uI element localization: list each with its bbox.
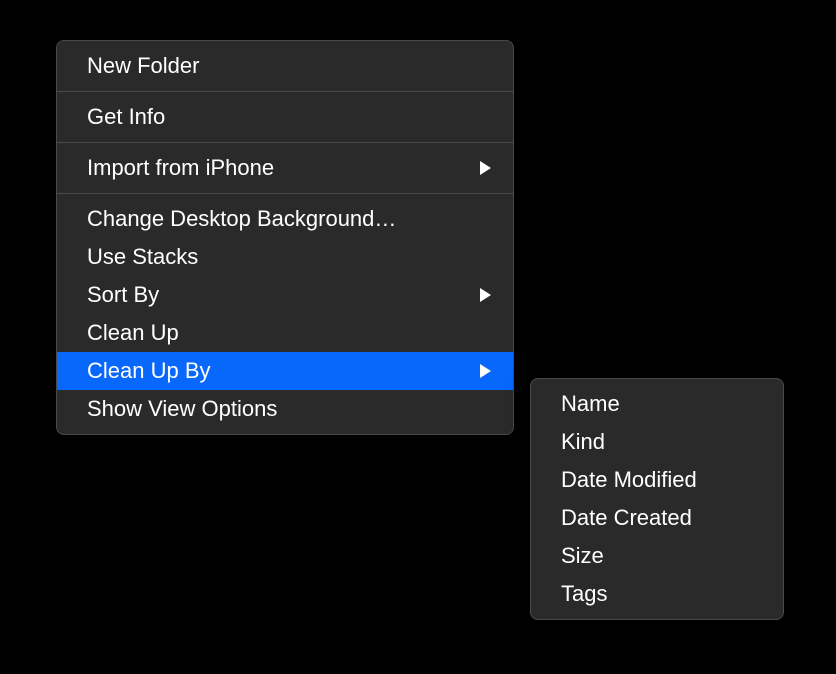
submenu-item-date-modified[interactable]: Date Modified — [531, 461, 783, 499]
clean-up-by-submenu: Name Kind Date Modified Date Created Siz… — [530, 378, 784, 620]
menu-item-label: Sort By — [87, 280, 480, 310]
menu-item-label: Date Modified — [561, 465, 761, 495]
menu-item-new-folder[interactable]: New Folder — [57, 47, 513, 85]
menu-item-label: Clean Up By — [87, 356, 480, 386]
menu-item-clean-up[interactable]: Clean Up — [57, 314, 513, 352]
menu-item-sort-by[interactable]: Sort By — [57, 276, 513, 314]
submenu-item-date-created[interactable]: Date Created — [531, 499, 783, 537]
menu-item-label: Clean Up — [87, 318, 491, 348]
submenu-arrow-icon — [480, 161, 491, 175]
menu-separator — [57, 142, 513, 143]
menu-item-label: Kind — [561, 427, 761, 457]
menu-item-use-stacks[interactable]: Use Stacks — [57, 238, 513, 276]
menu-item-get-info[interactable]: Get Info — [57, 98, 513, 136]
menu-item-change-desktop-background[interactable]: Change Desktop Background… — [57, 200, 513, 238]
desktop-context-menu: New Folder Get Info Import from iPhone C… — [56, 40, 514, 435]
menu-item-label: Import from iPhone — [87, 153, 480, 183]
menu-item-show-view-options[interactable]: Show View Options — [57, 390, 513, 428]
menu-item-label: Name — [561, 389, 761, 419]
submenu-arrow-icon — [480, 364, 491, 378]
menu-item-label: Change Desktop Background… — [87, 204, 491, 234]
menu-item-label: Show View Options — [87, 394, 491, 424]
menu-item-label: Get Info — [87, 102, 491, 132]
menu-item-label: Date Created — [561, 503, 761, 533]
submenu-item-name[interactable]: Name — [531, 385, 783, 423]
menu-item-label: Tags — [561, 579, 761, 609]
menu-separator — [57, 91, 513, 92]
submenu-item-kind[interactable]: Kind — [531, 423, 783, 461]
menu-item-import-from-iphone[interactable]: Import from iPhone — [57, 149, 513, 187]
menu-item-label: Use Stacks — [87, 242, 491, 272]
menu-separator — [57, 193, 513, 194]
submenu-item-tags[interactable]: Tags — [531, 575, 783, 613]
menu-item-label: Size — [561, 541, 761, 571]
submenu-item-size[interactable]: Size — [531, 537, 783, 575]
submenu-arrow-icon — [480, 288, 491, 302]
menu-item-clean-up-by[interactable]: Clean Up By — [57, 352, 513, 390]
menu-item-label: New Folder — [87, 51, 491, 81]
